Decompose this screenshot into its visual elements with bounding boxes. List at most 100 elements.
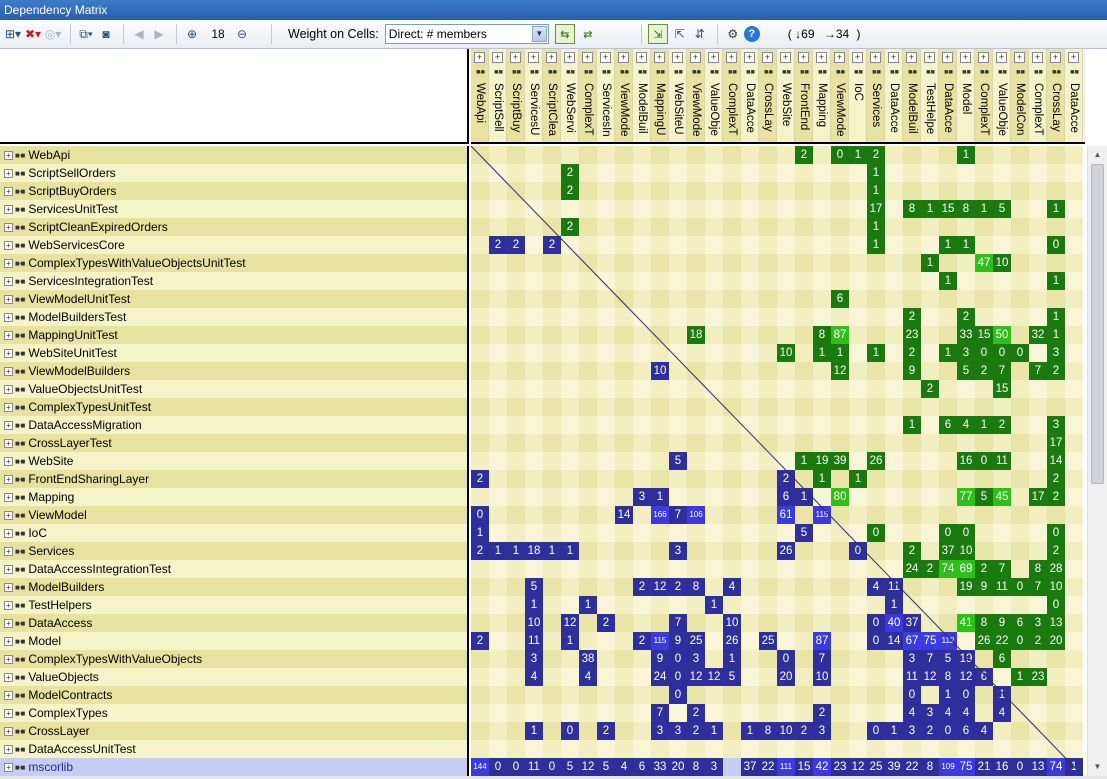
matrix-cell[interactable]: 6 xyxy=(975,668,993,686)
weight-select[interactable]: Direct: # members ▼ xyxy=(384,24,549,44)
matrix-cell[interactable]: 5 xyxy=(795,524,813,542)
expand-icon[interactable]: + xyxy=(4,438,13,448)
matrix-cell[interactable]: 9 xyxy=(669,632,687,650)
matrix-cell[interactable]: 0 xyxy=(669,668,687,686)
matrix-cell[interactable]: 1 xyxy=(507,542,525,560)
matrix-cell[interactable]: 4 xyxy=(579,668,597,686)
expand-icon[interactable]: + xyxy=(4,672,13,682)
expand-icon[interactable]: + xyxy=(4,186,13,196)
matrix-cell[interactable]: 1 xyxy=(993,686,1011,704)
matrix-cell[interactable]: 2 xyxy=(687,722,705,740)
matrix-cell[interactable]: 5 xyxy=(723,668,741,686)
matrix-cell[interactable]: 0 xyxy=(903,686,921,704)
expand-icon[interactable]: + xyxy=(996,52,1007,63)
matrix-cell[interactable]: 2 xyxy=(795,722,813,740)
matrix-cell[interactable]: 40 xyxy=(885,614,903,632)
matrix-cell[interactable]: 26 xyxy=(867,452,885,470)
matrix-cell[interactable]: 2 xyxy=(921,722,939,740)
matrix-cell[interactable]: 17 xyxy=(867,200,885,218)
matrix-cell[interactable]: 4 xyxy=(903,704,921,722)
matrix-cell[interactable]: 22 xyxy=(759,758,777,776)
expand-icon[interactable]: + xyxy=(4,456,13,466)
matrix-cell[interactable]: 0 xyxy=(489,758,507,776)
expand-icon[interactable]: + xyxy=(726,52,737,63)
matrix-cell[interactable]: 0 xyxy=(1011,632,1029,650)
row-header[interactable]: + ■·■ ViewModelBuilders xyxy=(0,362,467,380)
column-header[interactable]: + ■·■ ModelBuil xyxy=(633,49,651,142)
matrix-cell[interactable]: 22 xyxy=(903,758,921,776)
matrix-cell[interactable]: 1 xyxy=(867,344,885,362)
row-header[interactable]: + ■·■ ModelContracts xyxy=(0,686,467,704)
expand-icon[interactable]: + xyxy=(816,52,827,63)
row-header[interactable]: + ■·■ DataAccessUnitTest xyxy=(0,740,467,758)
matrix-cell[interactable]: 1 xyxy=(867,236,885,254)
matrix-cell[interactable]: 0 xyxy=(867,632,885,650)
zoom-out-icon[interactable]: ⊖ xyxy=(233,23,251,45)
expand-icon[interactable]: + xyxy=(798,52,809,63)
matrix-cell[interactable]: 1 xyxy=(741,722,759,740)
matrix-cell[interactable]: 112 xyxy=(939,632,957,650)
matrix-cell[interactable]: 1 xyxy=(903,416,921,434)
matrix-cell[interactable]: 0 xyxy=(543,758,561,776)
matrix-cell[interactable]: 1 xyxy=(867,164,885,182)
expand-icon[interactable]: + xyxy=(960,52,971,63)
matrix-cell[interactable]: 4 xyxy=(957,704,975,722)
matrix-cell[interactable]: 1 xyxy=(705,722,723,740)
matrix-cell[interactable]: 2 xyxy=(561,164,579,182)
matrix-cell[interactable]: 75 xyxy=(921,632,939,650)
expand-icon[interactable]: + xyxy=(474,52,485,63)
matrix-cell[interactable]: 1 xyxy=(939,236,957,254)
expand-icon[interactable]: + xyxy=(4,474,13,484)
matrix-cell[interactable]: 0 xyxy=(1047,596,1065,614)
matrix-cell[interactable]: 7 xyxy=(1029,578,1047,596)
matrix-cell[interactable]: 1 xyxy=(579,596,597,614)
expand-icon[interactable]: + xyxy=(4,366,13,376)
matrix-cell[interactable]: 10 xyxy=(651,362,669,380)
expand-icon[interactable]: + xyxy=(4,546,13,556)
matrix-cell[interactable]: 25 xyxy=(687,632,705,650)
expand-icon[interactable]: + xyxy=(4,600,13,610)
expand-icon[interactable]: + xyxy=(510,52,521,63)
column-header[interactable]: + ■·■ ViewMode xyxy=(687,49,705,142)
matrix-cell[interactable]: 14 xyxy=(885,632,903,650)
row-header[interactable]: + ■·■ ValueObjects xyxy=(0,668,467,686)
matrix-cell[interactable]: 3 xyxy=(705,758,723,776)
matrix-cell[interactable]: 2 xyxy=(687,704,705,722)
column-header[interactable]: + ■·■ IoC xyxy=(849,49,867,142)
column-header[interactable]: + ■·■ WebSiteU xyxy=(669,49,687,142)
matrix-cell[interactable]: 4 xyxy=(723,578,741,596)
matrix-cell[interactable]: 1 xyxy=(939,272,957,290)
matrix-cell[interactable]: 10 xyxy=(993,254,1011,272)
matrix-cell[interactable]: 1 xyxy=(705,596,723,614)
row-header[interactable]: + ■·■ ServicesIntegrationTest xyxy=(0,272,467,290)
row-header[interactable]: + ■·■ WebServicesCore xyxy=(0,236,467,254)
expand-icon[interactable]: + xyxy=(978,52,989,63)
matrix-cell[interactable]: 87 xyxy=(813,632,831,650)
expand-icon[interactable]: + xyxy=(4,150,13,160)
row-header[interactable]: + ■·■ Mapping xyxy=(0,488,467,506)
expand-icon[interactable]: + xyxy=(4,384,13,394)
matrix-cell[interactable]: 74 xyxy=(1047,758,1065,776)
scroll-down-icon[interactable]: ▼ xyxy=(1090,760,1105,774)
expand-icon[interactable]: + xyxy=(870,52,881,63)
expand-icon[interactable]: + xyxy=(906,52,917,63)
column-header[interactable]: + ■·■ CrossLay xyxy=(759,49,777,142)
matrix-cell[interactable]: 1 xyxy=(849,146,867,164)
matrix-cell[interactable]: 8 xyxy=(975,614,993,632)
matrix-cell[interactable]: 13 xyxy=(1047,614,1065,632)
matrix-cell[interactable]: 12 xyxy=(705,668,723,686)
expand-icon[interactable]: + xyxy=(1014,52,1025,63)
expand-icon[interactable]: + xyxy=(4,222,13,232)
matrix-cell[interactable]: 3 xyxy=(903,650,921,668)
matrix-cell[interactable]: 1 xyxy=(867,182,885,200)
column-header[interactable]: + ■·■ DataAcce xyxy=(1065,49,1083,142)
matrix-cell[interactable]: 2 xyxy=(975,362,993,380)
expand-icon[interactable]: + xyxy=(672,52,683,63)
matrix-cell[interactable]: 4 xyxy=(993,704,1011,722)
matrix-cell[interactable]: 2 xyxy=(561,218,579,236)
matrix-cell[interactable]: 25 xyxy=(867,758,885,776)
row-header[interactable]: + ■·■ DataAccessIntegrationTest xyxy=(0,560,467,578)
column-header[interactable]: + ■·■ CrossLay xyxy=(1047,49,1065,142)
row-header[interactable]: + ■·■ ViewModelUnitTest xyxy=(0,290,467,308)
matrix-cell[interactable]: 7 xyxy=(669,614,687,632)
